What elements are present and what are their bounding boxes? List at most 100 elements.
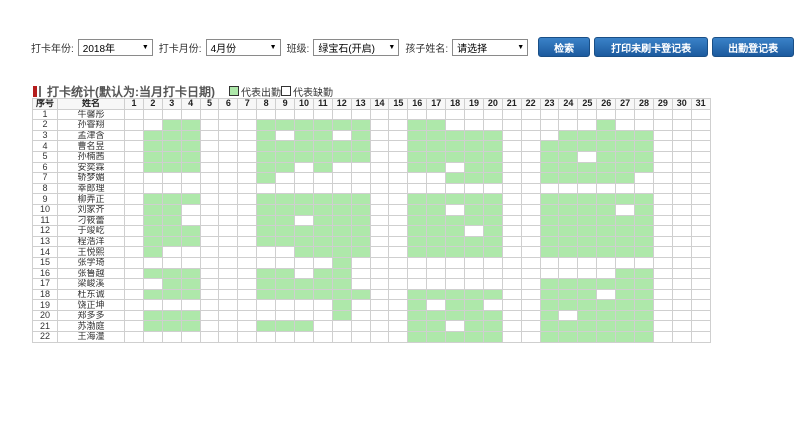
attendance-cell-present [180, 129, 201, 142]
attendance-cell-absent [369, 150, 390, 163]
header-day: 28 [634, 98, 654, 110]
header-day: 23 [539, 98, 560, 110]
attendance-cell-absent [652, 267, 673, 280]
attendance-cell-absent [634, 256, 654, 269]
attendance-cell-absent [142, 331, 163, 343]
attendance-cell-present [256, 119, 277, 131]
attendance-cell-present [426, 150, 447, 163]
attendance-cell-absent [180, 246, 201, 258]
attendance-cell-absent [199, 172, 220, 184]
child-select[interactable]: 请选择 ▼ [452, 38, 529, 56]
attendance-cell-present [312, 214, 333, 227]
attendance-cell-present [558, 129, 579, 142]
attendance-cell-present [312, 161, 333, 174]
attendance-cell-absent [369, 288, 390, 301]
attendance-cell-present [161, 288, 182, 301]
attendance-cell-absent [199, 288, 220, 301]
attendance-cell-present [577, 331, 598, 343]
attendance-cell-absent [652, 203, 673, 216]
attendance-cell-absent [671, 320, 692, 333]
attendance-cell-present [426, 331, 447, 343]
child-select-value: 请选择 [457, 43, 488, 55]
header-day: 11 [312, 98, 333, 110]
header-name: 姓名 [57, 98, 125, 110]
attendance-cell-absent [652, 320, 673, 333]
attendance-cell-absent [671, 214, 692, 227]
header-day: 6 [218, 98, 239, 110]
attendance-cell-absent [218, 203, 239, 216]
attendance-cell-absent [331, 129, 352, 142]
search-button[interactable]: 检索 [538, 37, 591, 57]
attendance-cell-present [256, 214, 277, 227]
attendance-cell-absent [237, 309, 258, 322]
attendance-cell-present [426, 203, 447, 216]
attendance-cell-absent [237, 320, 258, 333]
attendance-cell-present [142, 214, 163, 227]
attendance-cell-absent [539, 267, 560, 280]
attendance-cell-present [275, 320, 296, 333]
attendance-cell-absent [124, 278, 144, 290]
attendance-cell-absent [218, 150, 239, 163]
attendance-cell-present [615, 225, 636, 237]
row-number: 6 [32, 161, 58, 174]
attendance-cell-absent [256, 246, 277, 258]
attendance-cell-present [426, 320, 447, 333]
attendance-cell-present [634, 299, 654, 311]
attendance-cell-absent [501, 256, 522, 269]
attendance-cell-present [407, 288, 428, 301]
student-name: 张鲁越 [57, 267, 125, 280]
attendance-cell-absent [520, 267, 541, 280]
attendance-cell-present [180, 288, 201, 301]
attendance-cell-present [634, 320, 654, 333]
attendance-cell-present [596, 235, 617, 248]
attendance-cell-absent [652, 172, 673, 184]
attendance-cell-absent [237, 331, 258, 343]
print-unchecked-button[interactable]: 打印未刷卡登记表 [594, 37, 709, 57]
attendance-cell-absent [142, 108, 163, 121]
attendance-cell-absent [520, 299, 541, 311]
attendance-cell-absent [275, 172, 296, 184]
attendance-cell-present [142, 267, 163, 280]
attendance-cell-absent [501, 267, 522, 280]
attendance-cell-present [407, 203, 428, 216]
attendance-sheet-button[interactable]: 出勤登记表 [712, 37, 795, 57]
attendance-cell-present [634, 278, 654, 290]
attendance-cell-present [180, 140, 201, 152]
attendance-cell-present [558, 150, 579, 163]
attendance-cell-present [256, 267, 277, 280]
attendance-cell-present [596, 214, 617, 227]
attendance-cell-present [615, 193, 636, 205]
attendance-cell-absent [501, 214, 522, 227]
attendance-cell-present [142, 235, 163, 248]
attendance-cell-present [596, 246, 617, 258]
year-select[interactable]: 2018年 ▼ [77, 38, 153, 56]
attendance-cell-absent [161, 256, 182, 269]
attendance-cell-present [445, 225, 466, 237]
attendance-cell-present [426, 193, 447, 205]
attendance-cell-present [539, 140, 560, 152]
attendance-cell-present [161, 193, 182, 205]
attendance-cell-present [180, 225, 201, 237]
attendance-cell-present [350, 203, 371, 216]
attendance-cell-absent [690, 225, 711, 237]
attendance-cell-present [407, 320, 428, 333]
attendance-cell-absent [199, 246, 220, 258]
attendance-cell-absent [388, 278, 409, 290]
attendance-cell-absent [237, 267, 258, 280]
month-select[interactable]: 4月份 ▼ [205, 38, 281, 56]
attendance-cell-present [577, 203, 598, 216]
attendance-cell-absent [237, 182, 258, 195]
attendance-cell-present [426, 288, 447, 301]
attendance-cell-absent [671, 278, 692, 290]
attendance-cell-absent [652, 299, 673, 311]
attendance-cell-absent [218, 299, 239, 311]
attendance-cell-present [464, 193, 484, 205]
attendance-cell-absent [671, 193, 692, 205]
attendance-cell-present [539, 150, 560, 163]
class-select[interactable]: 绿宝石(开启) ▼ [313, 38, 400, 56]
student-name: 轿梦媚 [57, 172, 125, 184]
row-number: 17 [32, 278, 58, 290]
attendance-cell-absent [237, 129, 258, 142]
attendance-cell-absent [369, 182, 390, 195]
attendance-cell-present [275, 140, 296, 152]
